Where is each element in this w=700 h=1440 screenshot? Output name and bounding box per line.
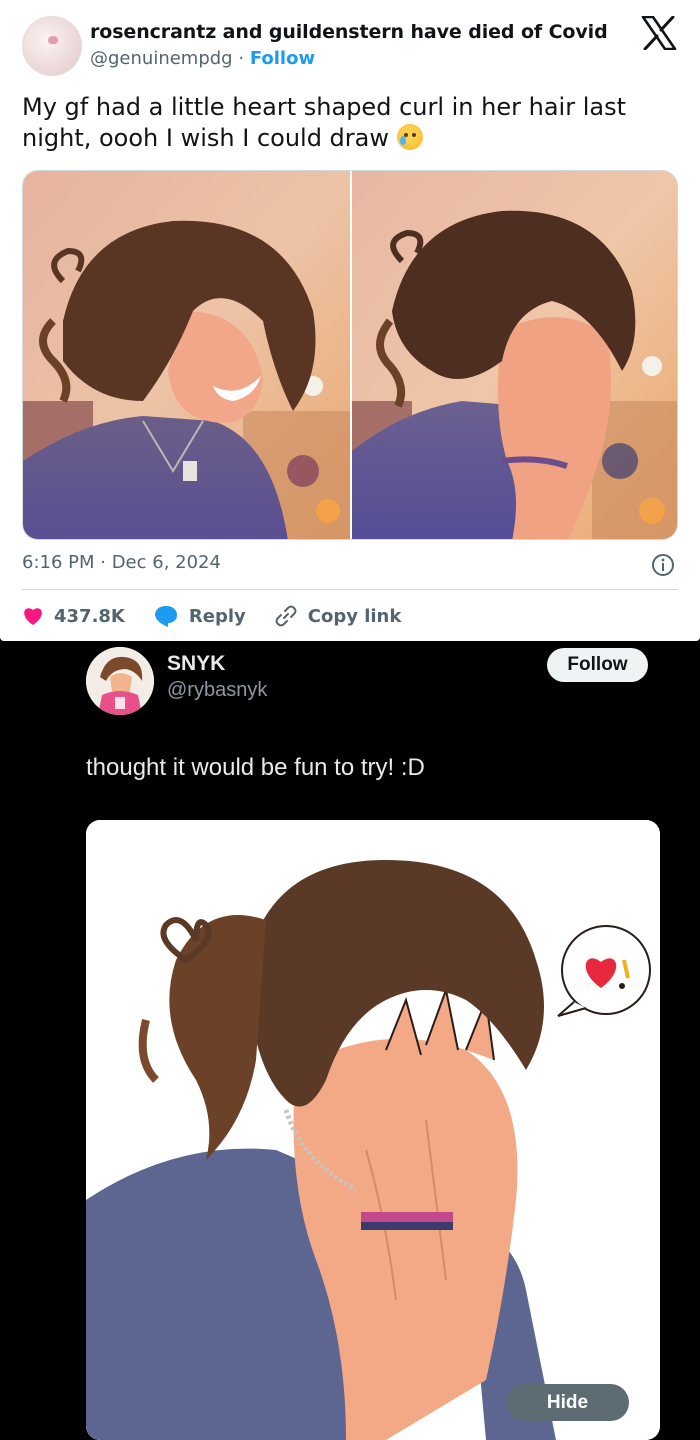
tweet-photo-face-in-hands[interactable] — [352, 171, 678, 540]
separator-dot: · — [238, 48, 245, 69]
crying-face-emoji-icon — [396, 124, 423, 150]
info-icon[interactable] — [651, 553, 675, 577]
divider — [22, 589, 678, 590]
follow-link[interactable]: Follow — [250, 48, 315, 69]
reply-label: Reply — [188, 605, 246, 627]
author-avatar[interactable] — [86, 647, 154, 715]
author-handle[interactable]: @genuinempdg — [90, 48, 233, 69]
hide-button[interactable]: Hide — [506, 1384, 629, 1421]
embedded-tweet-card: rosencrantz and guildenstern have died o… — [0, 0, 700, 641]
author-handle[interactable]: @rybasnyk — [167, 679, 267, 702]
copy-link-button[interactable]: Copy link — [274, 604, 402, 628]
author-name[interactable]: rosencrantz and guildenstern have died o… — [90, 21, 608, 43]
like-count: 437.8K — [54, 605, 125, 627]
tweet-timestamp[interactable]: 6:16 PM · Dec 6, 2024 — [22, 552, 221, 573]
tweet-text-body: My gf had a little heart shaped curl in … — [22, 93, 626, 152]
tweet-photo-smiling[interactable] — [23, 171, 350, 540]
tweet-image-drawing[interactable] — [86, 820, 660, 1440]
tweet-text: thought it would be fun to try! :D — [86, 754, 425, 781]
like-button[interactable]: 437.8K — [22, 606, 125, 627]
author-name[interactable]: SNYK — [167, 652, 225, 676]
tweet-photo-grid — [22, 170, 678, 540]
speech-bubble-icon — [154, 606, 177, 627]
tweet-actions: 437.8K Reply Copy link — [22, 603, 429, 629]
tweet-text: My gf had a little heart shaped curl in … — [22, 92, 682, 154]
reply-button[interactable]: Reply — [153, 604, 246, 628]
author-avatar[interactable] — [22, 16, 82, 76]
link-icon — [275, 605, 297, 627]
x-logo-icon[interactable] — [641, 16, 677, 50]
follow-button[interactable]: Follow — [547, 648, 648, 682]
copy-link-label: Copy link — [307, 605, 402, 627]
heart-icon — [24, 608, 42, 625]
author-handle-row: @genuinempdg · Follow — [90, 48, 315, 69]
